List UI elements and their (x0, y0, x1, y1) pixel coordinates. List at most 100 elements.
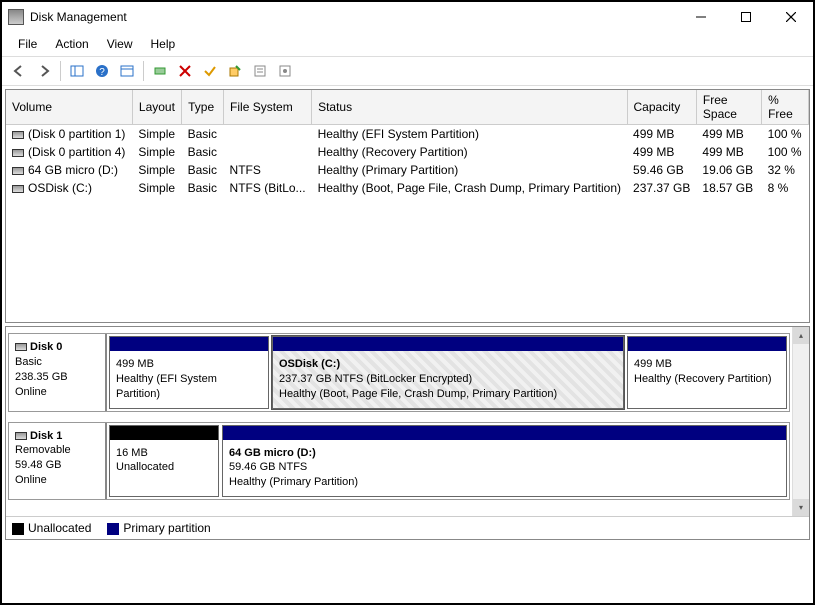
action-button[interactable] (224, 60, 246, 82)
menu-view[interactable]: View (99, 34, 143, 54)
forward-button[interactable] (33, 60, 55, 82)
toolbar-separator (143, 61, 144, 81)
menu-help[interactable]: Help (143, 34, 186, 54)
volume-icon (12, 185, 24, 193)
partition-line2: Healthy (Primary Partition) (229, 475, 780, 490)
legend-primary: Primary partition (107, 521, 210, 535)
show-hide-tree-button[interactable] (66, 60, 88, 82)
volume-capacity: 237.37 GB (627, 179, 696, 197)
volume-row[interactable]: 64 GB micro (D:)SimpleBasicNTFSHealthy (… (6, 161, 809, 179)
scroll-up-icon[interactable]: ▴ (793, 327, 809, 344)
volume-status: Healthy (EFI System Partition) (312, 125, 627, 144)
delete-button[interactable] (174, 60, 196, 82)
volume-layout: Simple (132, 143, 181, 161)
properties-button[interactable] (249, 60, 271, 82)
disk-state: Online (15, 473, 99, 488)
settings-button[interactable] (116, 60, 138, 82)
disk-size: 59.48 GB (15, 458, 99, 473)
volume-name: (Disk 0 partition 4) (28, 145, 125, 159)
volume-layout: Simple (132, 179, 181, 197)
partition-title: 64 GB micro (D:) (229, 447, 316, 459)
disk-partitions: 499 MBHealthy (EFI System Partition)OSDi… (107, 334, 789, 411)
volume-row[interactable]: (Disk 0 partition 1) SimpleBasic Healthy (… (6, 125, 809, 144)
help-button[interactable]: ? (91, 60, 113, 82)
column-header-row: Volume Layout Type File System Status Ca… (6, 90, 809, 125)
partition[interactable]: 499 MBHealthy (Recovery Partition) (627, 336, 787, 409)
volume-pct: 8 % (762, 179, 809, 197)
volume-list[interactable]: Volume Layout Type File System Status Ca… (5, 89, 810, 323)
close-button[interactable] (768, 3, 813, 31)
volume-pct: 32 % (762, 161, 809, 179)
volume-name: 64 GB micro (D:) (28, 163, 118, 177)
scroll-down-icon[interactable]: ▾ (793, 499, 809, 516)
disk-type: Removable (15, 443, 99, 458)
disk-type: Basic (15, 355, 99, 370)
volume-fs: NTFS (224, 161, 312, 179)
check-button[interactable] (199, 60, 221, 82)
col-layout[interactable]: Layout (132, 90, 181, 125)
volume-icon (12, 131, 24, 139)
partition-line1: 499 MB (116, 357, 262, 372)
partition[interactable]: 16 MBUnallocated (109, 425, 219, 498)
volume-capacity: 499 MB (627, 125, 696, 144)
refresh-button[interactable] (149, 60, 171, 82)
disk-header[interactable]: Disk 1Removable59.48 GBOnline (9, 423, 107, 500)
legend-unallocated: Unallocated (12, 521, 91, 535)
partition-color-bar (110, 337, 268, 351)
volume-free: 499 MB (696, 125, 761, 144)
partition-line1: 16 MB (116, 446, 212, 461)
partition-color-bar (110, 426, 218, 440)
partition-title: OSDisk (C:) (279, 358, 340, 370)
maximize-button[interactable] (723, 3, 768, 31)
volume-layout: Simple (132, 125, 181, 144)
volume-row[interactable]: (Disk 0 partition 4) SimpleBasic Healthy (… (6, 143, 809, 161)
titlebar: Disk Management (2, 2, 813, 32)
partition-line1: 59.46 GB NTFS (229, 460, 780, 475)
partition-line2: Unallocated (116, 460, 212, 475)
window-controls (678, 3, 813, 31)
volume-type: Basic (182, 161, 224, 179)
svg-text:?: ? (99, 67, 105, 78)
partition[interactable]: 499 MBHealthy (EFI System Partition) (109, 336, 269, 409)
volume-free: 499 MB (696, 143, 761, 161)
col-pctfree[interactable]: % Free (762, 90, 809, 125)
volume-capacity: 59.46 GB (627, 161, 696, 179)
volume-icon (12, 167, 24, 175)
col-capacity[interactable]: Capacity (627, 90, 696, 125)
partition[interactable]: OSDisk (C:)237.37 GB NTFS (BitLocker Enc… (272, 336, 624, 409)
volume-status: Healthy (Recovery Partition) (312, 143, 627, 161)
volume-fs: NTFS (BitLo... (224, 179, 312, 197)
col-type[interactable]: Type (182, 90, 224, 125)
disk-row: Disk 1Removable59.48 GBOnline16 MBUnallo… (8, 422, 790, 501)
minimize-button[interactable] (678, 3, 723, 31)
partition[interactable]: 64 GB micro (D:)59.46 GB NTFSHealthy (Pr… (222, 425, 787, 498)
col-freespace[interactable]: Free Space (696, 90, 761, 125)
disk-header[interactable]: Disk 0Basic238.35 GBOnline (9, 334, 107, 411)
toolbar-separator (60, 61, 61, 81)
volume-row[interactable]: OSDisk (C:)SimpleBasicNTFS (BitLo...Heal… (6, 179, 809, 197)
legend-unallocated-label: Unallocated (28, 521, 91, 535)
disk-state: Online (15, 385, 99, 400)
disk-name: Disk 0 (30, 341, 62, 353)
menu-action[interactable]: Action (47, 34, 98, 54)
col-filesystem[interactable]: File System (224, 90, 312, 125)
volume-type: Basic (182, 125, 224, 144)
partition-color-bar (223, 426, 786, 440)
vertical-scrollbar[interactable]: ▴ ▾ (792, 327, 809, 516)
partition-color-bar (273, 337, 623, 351)
legend: Unallocated Primary partition (6, 516, 809, 539)
partition-line2: Healthy (Boot, Page File, Crash Dump, Pr… (279, 387, 617, 402)
col-volume[interactable]: Volume (6, 90, 132, 125)
menu-file[interactable]: File (10, 34, 47, 54)
menubar: File Action View Help (2, 32, 813, 56)
disk-name: Disk 1 (30, 430, 62, 442)
volume-name: OSDisk (C:) (28, 181, 92, 195)
volume-type: Basic (182, 143, 224, 161)
more-button[interactable] (274, 60, 296, 82)
volume-name: (Disk 0 partition 1) (28, 127, 125, 141)
back-button[interactable] (8, 60, 30, 82)
partition-line2: Healthy (Recovery Partition) (634, 372, 780, 387)
window-title: Disk Management (30, 10, 678, 24)
disk-row: Disk 0Basic238.35 GBOnline499 MBHealthy … (8, 333, 790, 412)
col-status[interactable]: Status (312, 90, 627, 125)
